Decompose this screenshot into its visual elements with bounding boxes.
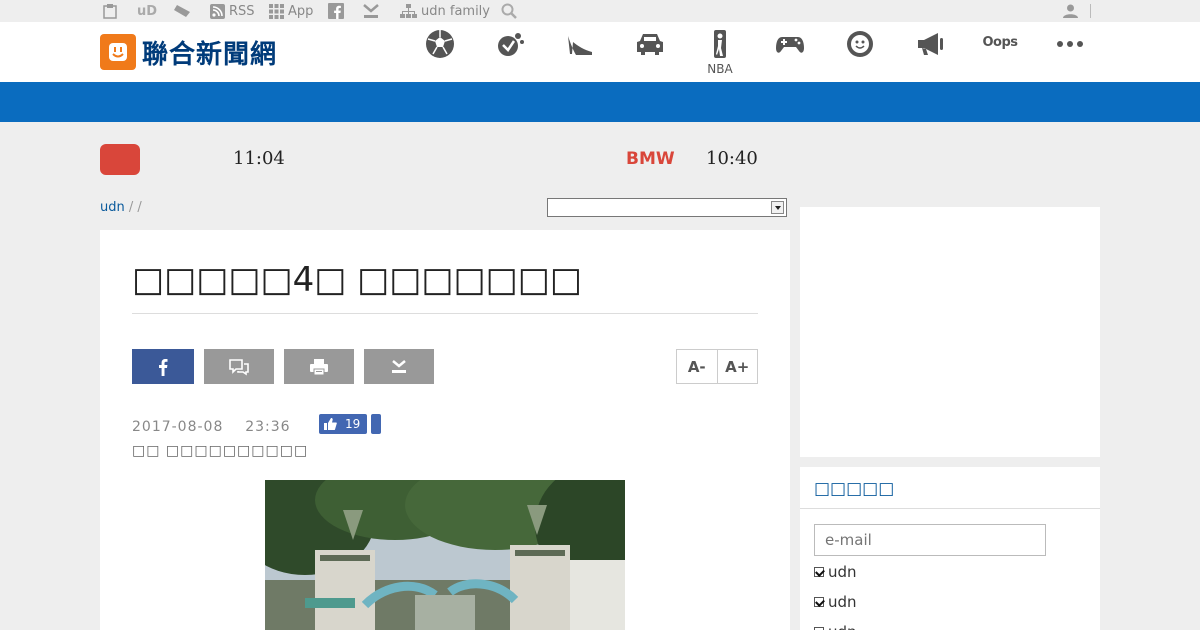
newsletter-subscribe-box: □□□□□ udn udn udn — [800, 467, 1100, 630]
breadcrumb-home[interactable]: udn — [100, 200, 125, 215]
gamepad-icon — [776, 37, 804, 53]
ticket-icon[interactable] — [173, 3, 191, 19]
nav-sports[interactable] — [420, 28, 460, 60]
breadcrumb-separator: / — [137, 200, 142, 215]
category-select[interactable] — [547, 198, 787, 217]
nav-oops[interactable]: Oops — [980, 28, 1020, 50]
like-button[interactable]: 19 — [319, 414, 367, 434]
download-icon[interactable] — [363, 3, 379, 19]
article-title: □□□□□4□ □□□□□□□ — [132, 260, 583, 300]
app-grid-icon — [269, 3, 284, 19]
facebook-icon[interactable] — [328, 3, 344, 19]
more-dots-icon — [1057, 41, 1083, 47]
newsletter-divider — [800, 508, 1100, 509]
comment-button[interactable] — [204, 349, 274, 384]
logo-mark-icon — [100, 34, 136, 70]
newsletter-option[interactable]: udn — [814, 593, 857, 611]
rss-link[interactable]: RSS — [210, 3, 255, 19]
ud-link[interactable]: uD — [137, 3, 157, 19]
nav-nba-label: NBA — [707, 62, 733, 76]
save-button[interactable] — [364, 349, 434, 384]
font-smaller-button[interactable]: A- — [677, 350, 717, 383]
download-icon — [392, 359, 406, 373]
top-utility-bar: uD RSS App udn family — [0, 0, 1200, 22]
newsletter-title: □□□□□ — [814, 479, 895, 499]
facebook-icon — [159, 358, 168, 376]
comment-icon — [229, 358, 249, 375]
smiley-face-icon — [847, 31, 873, 57]
thumbs-up-icon — [324, 418, 337, 430]
newsletter-checkbox[interactable] — [814, 567, 824, 577]
printer-icon — [310, 358, 328, 375]
category-nav-bar — [0, 82, 1200, 122]
article-datetime: 2017-08-08 23:36 — [132, 419, 291, 435]
car-icon — [637, 34, 663, 55]
newsletter-option[interactable]: udn — [814, 563, 857, 581]
newsletter-option-label: udn — [828, 593, 857, 611]
ticker-brand[interactable]: BMW — [626, 149, 675, 169]
font-size-controls: A- A+ — [676, 349, 758, 384]
nav-entertainment[interactable] — [490, 28, 530, 60]
nav-car[interactable] — [630, 28, 670, 60]
rss-icon — [210, 3, 225, 19]
site-header: 聯合新聞網 NBA Oops — [0, 22, 1200, 82]
topbar-divider — [1090, 4, 1091, 18]
udn-family-link[interactable]: udn family — [400, 3, 490, 19]
high-heel-icon — [568, 36, 592, 55]
site-logo[interactable]: 聯合新聞網 — [100, 34, 277, 70]
soccer-ball-icon — [426, 30, 454, 58]
paint-splash-icon — [498, 33, 524, 56]
nav-more[interactable] — [1050, 28, 1090, 60]
like-count: 19 — [345, 417, 361, 431]
sidebar-ad-slot — [800, 207, 1100, 457]
nav-nba[interactable]: NBA — [700, 28, 740, 76]
article-time: 23:36 — [245, 419, 291, 435]
font-larger-button[interactable]: A+ — [716, 350, 758, 383]
newsletter-option-label: udn — [828, 623, 857, 630]
newsletter-checkbox[interactable] — [814, 597, 824, 607]
logo-text: 聯合新聞網 — [142, 39, 278, 70]
megaphone-icon — [918, 33, 943, 55]
facebook-share-button[interactable] — [132, 349, 194, 384]
ticker-time-2[interactable]: 10:40 — [706, 148, 758, 169]
article-byline: □□ □□□□□□□□□□ — [132, 443, 309, 459]
breadcrumb: udn / / — [100, 200, 142, 215]
article-date: 2017-08-08 — [132, 419, 224, 435]
nav-announcement[interactable] — [910, 28, 950, 60]
app-link[interactable]: App — [269, 3, 313, 19]
ticker-time-1[interactable]: 11:04 — [233, 148, 285, 169]
article-photo[interactable] — [265, 480, 625, 630]
article-card: □□□□□4□ □□□□□□□ A- A+ 2017-08-08 23:36 1… — [100, 230, 790, 630]
nav-fashion[interactable] — [560, 28, 600, 60]
sitemap-icon — [400, 4, 417, 18]
share-count-box — [371, 414, 381, 434]
search-icon[interactable] — [501, 3, 517, 19]
nav-fun[interactable] — [840, 28, 880, 60]
breadcrumb-separator: / — [124, 200, 138, 215]
print-button[interactable] — [284, 349, 354, 384]
email-field[interactable] — [814, 524, 1046, 556]
nba-logo-icon — [714, 30, 726, 58]
user-icon[interactable] — [1063, 3, 1078, 19]
clipboard-icon[interactable] — [103, 3, 117, 19]
oops-icon: Oops — [982, 35, 1018, 50]
chevron-down-icon[interactable] — [771, 201, 784, 214]
title-divider — [132, 313, 758, 314]
breaking-news-badge — [100, 144, 140, 175]
nav-games[interactable] — [770, 28, 810, 60]
newsletter-option[interactable]: udn — [814, 623, 857, 630]
newsletter-option-label: udn — [828, 563, 857, 581]
